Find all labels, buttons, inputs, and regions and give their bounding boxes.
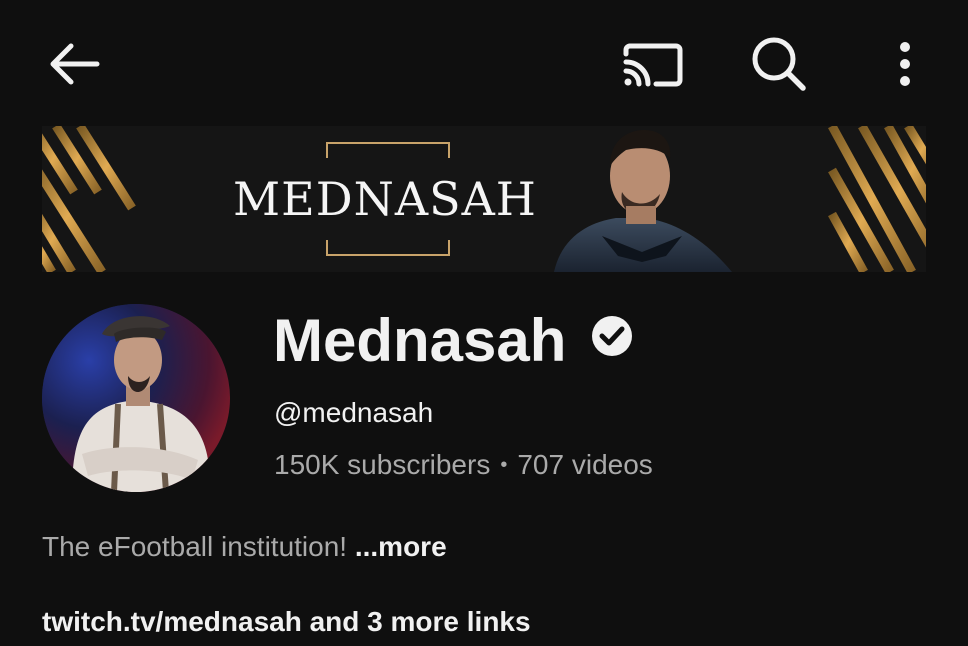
top-app-bar xyxy=(0,0,968,130)
channel-avatar[interactable] xyxy=(42,304,230,492)
channel-banner[interactable]: MEDNASAH xyxy=(42,126,926,272)
more-options-button[interactable] xyxy=(878,30,932,98)
more-link[interactable]: ...more xyxy=(355,531,447,562)
channel-links[interactable]: twitch.tv/mednasah and 3 more links xyxy=(42,605,531,639)
arrow-left-icon xyxy=(50,43,100,85)
banner-artwork xyxy=(42,126,926,272)
banner-frame-top xyxy=(326,142,450,158)
cast-icon xyxy=(623,43,683,87)
channel-stats: 150K subscribers • 707 videos xyxy=(274,448,653,482)
more-vertical-icon xyxy=(900,42,910,86)
back-button[interactable] xyxy=(38,34,108,94)
channel-handle: @mednasah xyxy=(274,397,434,428)
subscriber-count: 150K subscribers xyxy=(274,449,491,480)
banner-frame-bottom xyxy=(326,240,450,256)
search-icon xyxy=(752,37,806,91)
search-button[interactable] xyxy=(742,30,816,98)
stats-separator: • xyxy=(500,454,508,476)
avatar-photo xyxy=(42,304,230,492)
cast-button[interactable] xyxy=(612,32,692,96)
channel-name: Mednasah xyxy=(273,307,567,374)
video-count: 707 videos xyxy=(517,449,653,480)
description-text: The eFootball institution! xyxy=(42,531,348,562)
channel-description[interactable]: The eFootball institution! ...more xyxy=(42,530,447,564)
verified-check-icon xyxy=(592,316,632,356)
